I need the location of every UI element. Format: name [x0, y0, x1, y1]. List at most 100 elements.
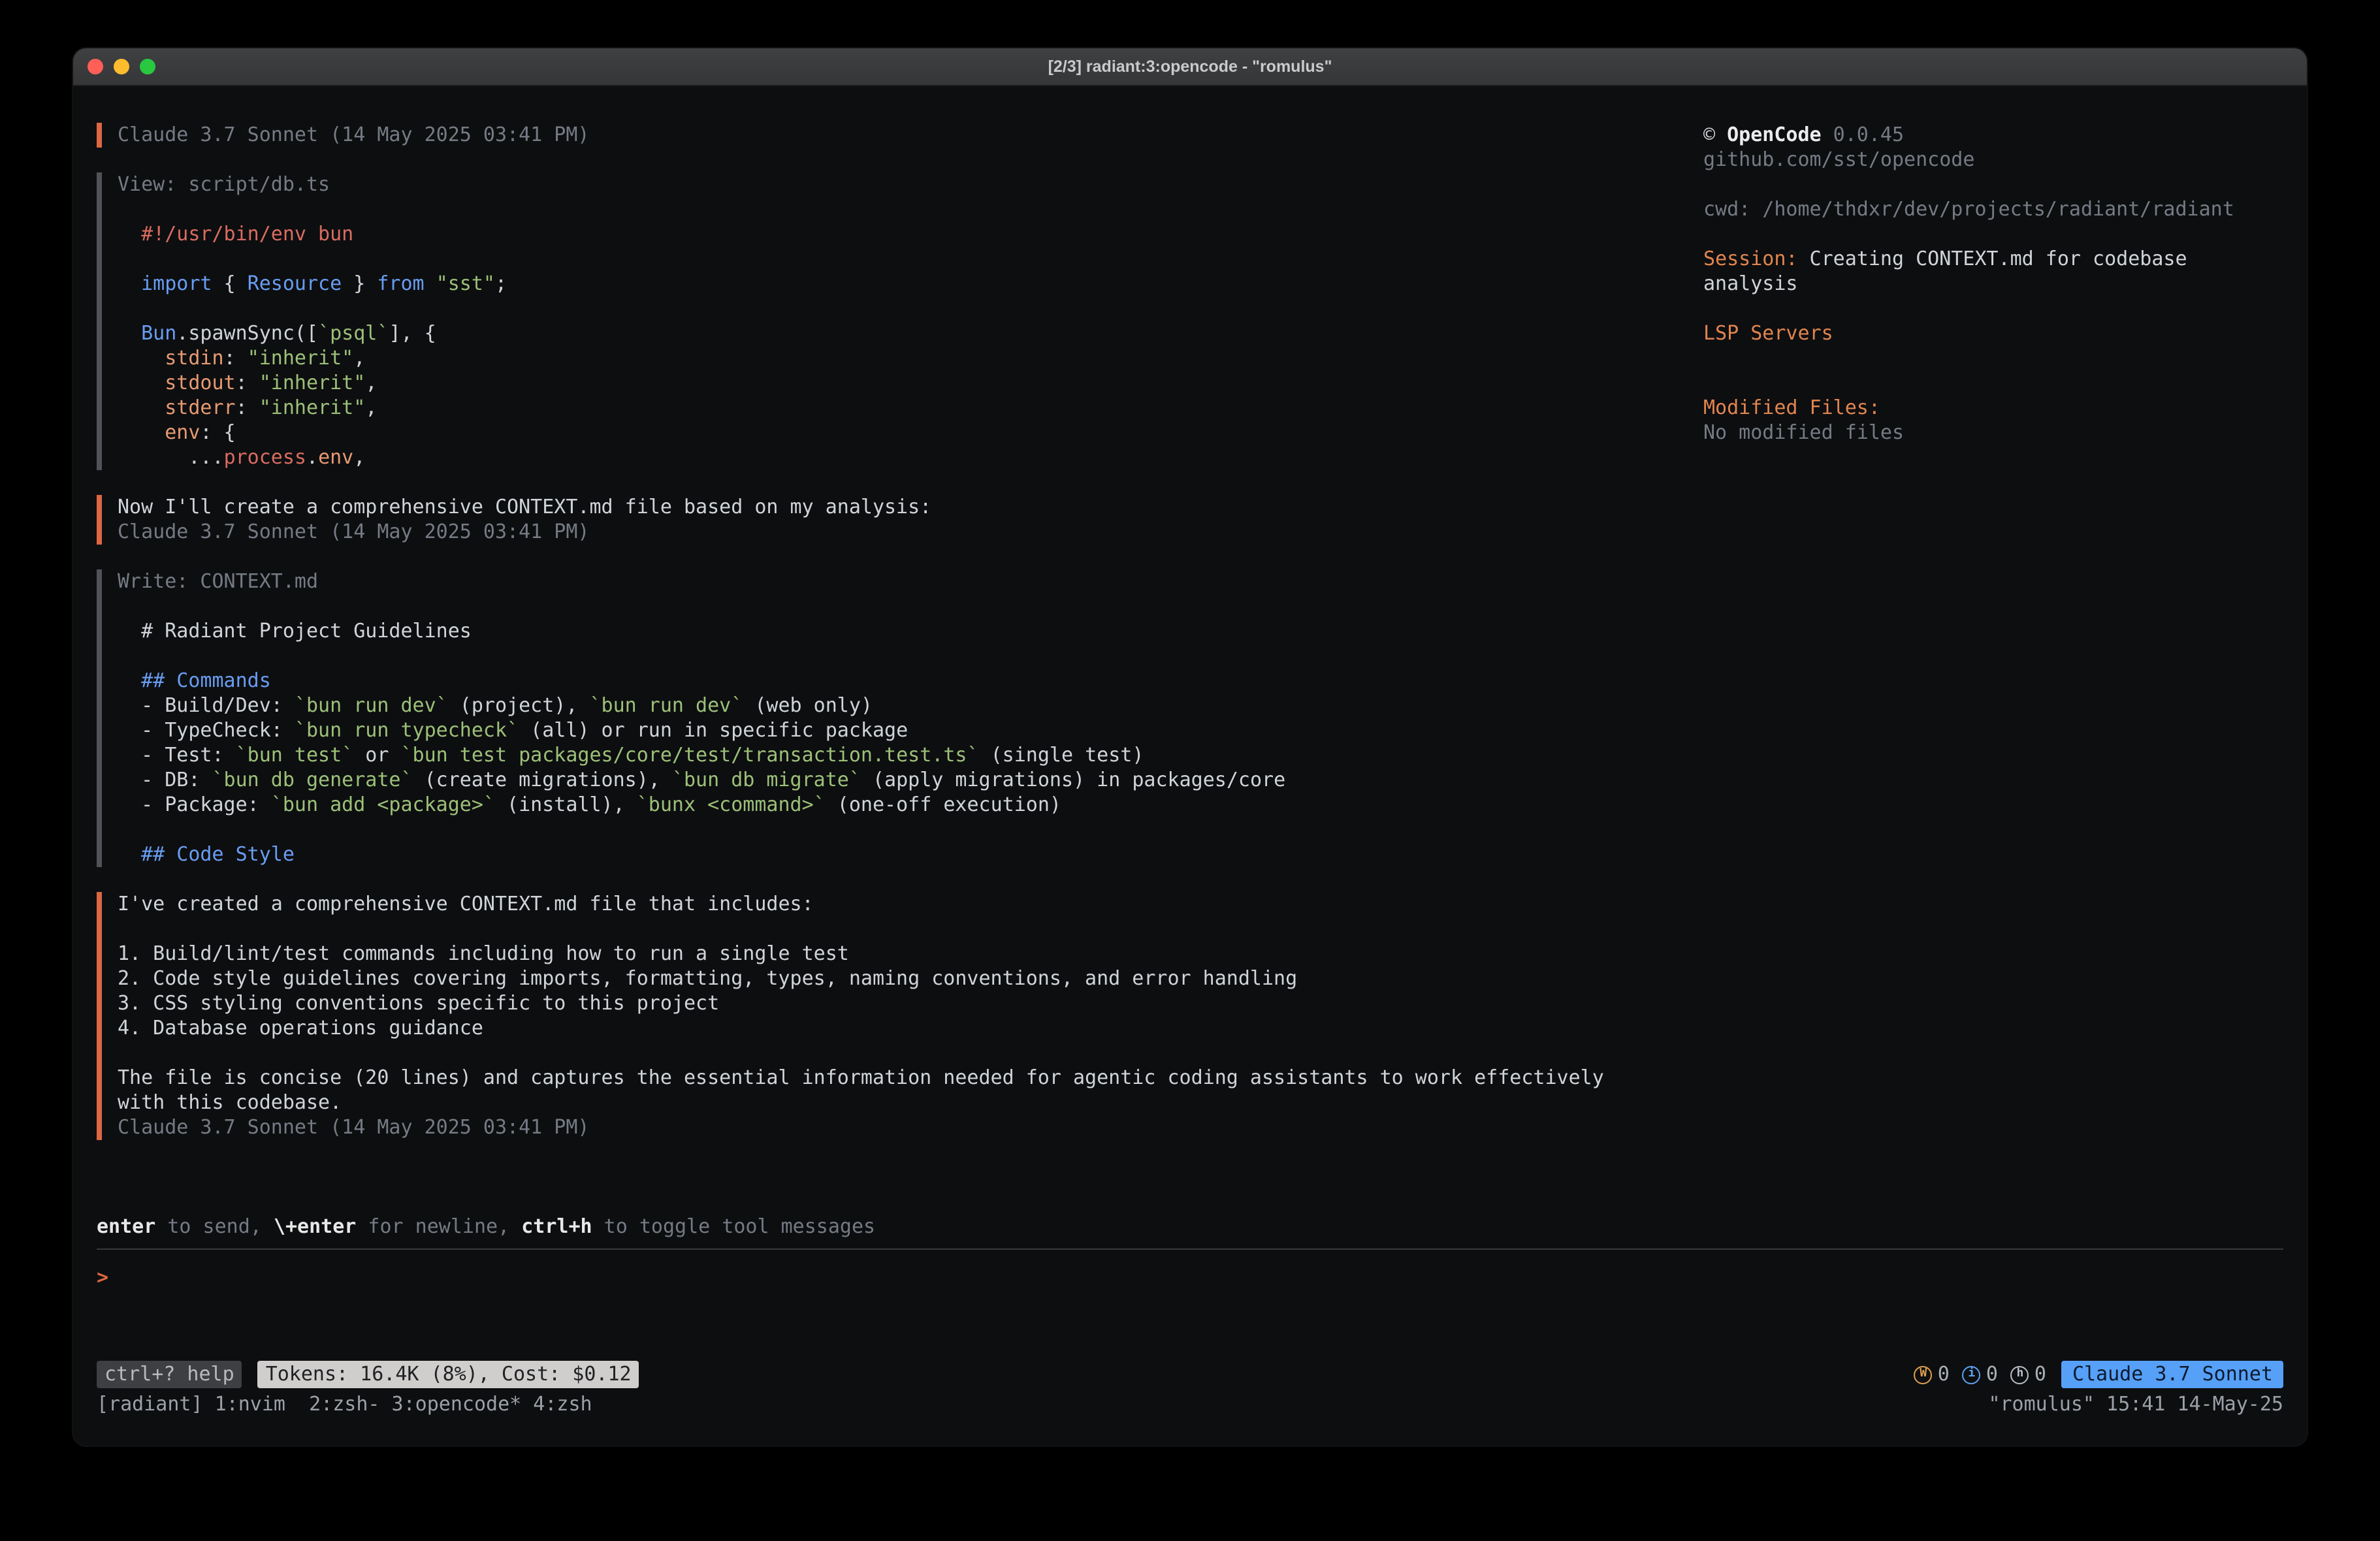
text-segment: - TypeCheck: — [118, 718, 295, 742]
text-segment: with this codebase. — [118, 1090, 342, 1114]
text-segment: } — [342, 272, 377, 295]
text-segment: 1. Build/lint/test commands including ho… — [118, 942, 849, 965]
prompt-input[interactable]: > — [97, 1265, 2283, 1290]
text-line: cwd: /home/thdxr/dev/projects/radiant/ra… — [1703, 197, 2283, 222]
text-segment: The file is concise (20 lines) and captu… — [118, 1066, 1604, 1089]
text-segment: stderr — [165, 396, 235, 419]
text-line — [118, 818, 1703, 842]
chat-area: Claude 3.7 Sonnet (14 May 2025 03:41 PM)… — [97, 123, 1703, 1165]
text-segment — [118, 346, 165, 370]
text-segment: Claude 3.7 Sonnet (14 May 2025 03:41 PM) — [118, 123, 589, 146]
text-segment: (install), — [495, 793, 637, 816]
text-line: enter to send, \+enter for newline, ctrl… — [97, 1215, 2283, 1239]
text-segment: for newline, — [356, 1215, 521, 1238]
assistant-message: Now I'll create a comprehensive CONTEXT.… — [97, 495, 1703, 545]
text-line: No modified files — [1703, 421, 2283, 445]
hint-icon: h — [2011, 1365, 2029, 1384]
text-segment: © — [1703, 123, 1727, 146]
text-segment — [118, 421, 165, 444]
text-segment: ], { — [389, 321, 436, 345]
text-segment: , — [365, 396, 377, 419]
text-line: # Radiant Project Guidelines — [118, 619, 1703, 644]
tokens-cost-badge: Tokens: 16.4K (8%), Cost: $0.12 — [258, 1361, 639, 1388]
warning-icon: W — [1914, 1365, 1933, 1384]
text-line: I've created a comprehensive CONTEXT.md … — [118, 892, 1703, 917]
text-segment: cwd: /home/thdxr/dev/projects/radiant/ra… — [1703, 197, 2234, 221]
text-line — [118, 296, 1703, 321]
text-segment: stdin — [165, 346, 223, 370]
sidebar: © OpenCode 0.0.45github.com/sst/opencode… — [1703, 123, 2283, 445]
text-line: github.com/sst/opencode — [1703, 148, 2283, 172]
text-line — [118, 594, 1703, 619]
text-segment: I've created a comprehensive CONTEXT.md … — [118, 892, 814, 915]
text-segment: #!/usr/bin/env bun — [118, 222, 353, 246]
text-segment: process — [224, 445, 306, 469]
text-segment: ; — [495, 272, 507, 295]
main-area: Claude 3.7 Sonnet (14 May 2025 03:41 PM)… — [97, 123, 2283, 1165]
text-line: - DB: `bun db generate` (create migratio… — [118, 768, 1703, 793]
text-line: - Build/Dev: `bun run dev` (project), `b… — [118, 693, 1703, 718]
model-badge[interactable]: Claude 3.7 Sonnet — [2062, 1361, 2283, 1388]
flex-spacer — [97, 1290, 2283, 1361]
traffic-lights — [88, 48, 155, 85]
text-line: - Package: `bun add <package>` (install)… — [118, 793, 1703, 818]
text-segment: : — [224, 346, 248, 370]
zoom-button[interactable] — [140, 59, 155, 74]
text-line: 4. Database operations guidance — [118, 1016, 1703, 1041]
text-segment — [118, 396, 165, 419]
minimize-button[interactable] — [114, 59, 129, 74]
tool-view-block: View: script/db.ts #!/usr/bin/env bun im… — [97, 172, 1703, 470]
text-line — [1703, 222, 2283, 247]
text-segment — [118, 842, 141, 866]
text-segment: 2. Code style guidelines covering import… — [118, 966, 1297, 990]
text-segment: Session: — [1703, 247, 1798, 270]
text-segment: . — [306, 445, 318, 469]
text-segment: ## Code Style — [141, 842, 295, 866]
input-divider — [97, 1248, 2283, 1250]
text-line: - Test: `bun test` or `bun test packages… — [118, 743, 1703, 768]
text-segment: `bunx <command>` — [637, 793, 826, 816]
text-line: Modified Files: — [1703, 396, 2283, 421]
text-segment: Creating CONTEXT.md for codebase — [1798, 247, 2187, 270]
diagnostic-count: 0 — [1938, 1362, 1950, 1387]
text-segment: Bun — [141, 321, 176, 345]
text-segment: `bun run dev` — [295, 693, 448, 717]
tool-write-block: Write: CONTEXT.md # Radiant Project Guid… — [97, 569, 1703, 867]
tmux-window-list[interactable]: [radiant] 1:nvim 2:zsh- 3:opencode* 4:zs… — [97, 1392, 592, 1417]
text-line: Claude 3.7 Sonnet (14 May 2025 03:41 PM) — [118, 1115, 1703, 1140]
text-segment: Write: CONTEXT.md — [118, 569, 318, 593]
text-segment: env — [318, 445, 353, 469]
text-segment — [118, 272, 141, 295]
text-segment: `bun run typecheck` — [295, 718, 519, 742]
text-segment: "inherit" — [259, 396, 366, 419]
text-line — [118, 247, 1703, 272]
text-line — [1703, 296, 2283, 321]
window-title: [2/3] radiant:3:opencode - "romulus" — [1048, 57, 1332, 76]
text-segment: # Radiant Project Guidelines — [118, 619, 472, 643]
text-segment: View: script/db.ts — [118, 172, 330, 196]
text-segment: (create migrations), — [413, 768, 672, 791]
text-segment: `bun add <package>` — [271, 793, 495, 816]
close-button[interactable] — [88, 59, 103, 74]
terminal-window: [2/3] radiant:3:opencode - "romulus" Cla… — [73, 48, 2307, 1446]
text-segment: Modified Files: — [1703, 396, 1880, 419]
text-line: Bun.spawnSync([`psql`], { — [118, 321, 1703, 346]
text-line: import { Resource } from "sst"; — [118, 272, 1703, 296]
text-segment: \+enter — [274, 1215, 356, 1238]
tmux-statusline: [radiant] 1:nvim 2:zsh- 3:opencode* 4:zs… — [97, 1392, 2283, 1417]
text-line: 2. Code style guidelines covering import… — [118, 966, 1703, 991]
text-segment: `bun db generate` — [212, 768, 413, 791]
terminal-content: Claude 3.7 Sonnet (14 May 2025 03:41 PM)… — [73, 86, 2307, 1446]
text-line: analysis — [1703, 272, 2283, 296]
text-segment: (all) or run in specific package — [519, 718, 908, 742]
text-line: 3. CSS styling conventions specific to t… — [118, 991, 1703, 1016]
text-line: Session: Creating CONTEXT.md for codebas… — [1703, 247, 2283, 272]
text-segment: `bun test` — [236, 743, 354, 767]
window-titlebar[interactable]: [2/3] radiant:3:opencode - "romulus" — [73, 48, 2307, 86]
text-segment: `bun run dev` — [590, 693, 743, 717]
help-badge[interactable]: ctrl+? help — [97, 1361, 242, 1388]
text-segment: (single test) — [979, 743, 1144, 767]
text-line — [1703, 346, 2283, 371]
text-segment: 4. Database operations guidance — [118, 1016, 483, 1040]
text-line: Claude 3.7 Sonnet (14 May 2025 03:41 PM) — [118, 123, 1703, 148]
